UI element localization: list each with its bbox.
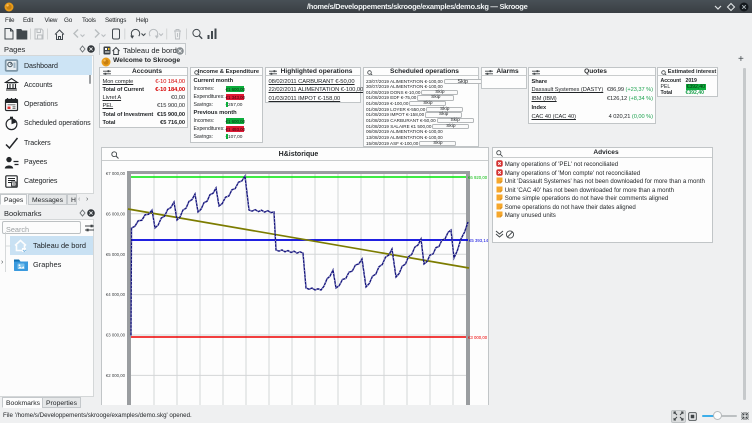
- svg-text:€6 000,00: €6 000,00: [106, 211, 126, 216]
- svg-text:€6 920,00: €6 920,00: [468, 175, 488, 180]
- svg-text:€3 000,00: €3 000,00: [468, 335, 488, 340]
- svg-text:€5 393,14: €5 393,14: [469, 238, 488, 243]
- svg-text:€2 000,00: €2 000,00: [106, 373, 126, 378]
- svg-text:€5 000,00: €5 000,00: [106, 252, 126, 257]
- svg-text:€4 000,00: €4 000,00: [106, 292, 126, 297]
- svg-text:€7 000,00: €7 000,00: [106, 171, 126, 176]
- svg-text:€3 000,00: €3 000,00: [106, 333, 126, 338]
